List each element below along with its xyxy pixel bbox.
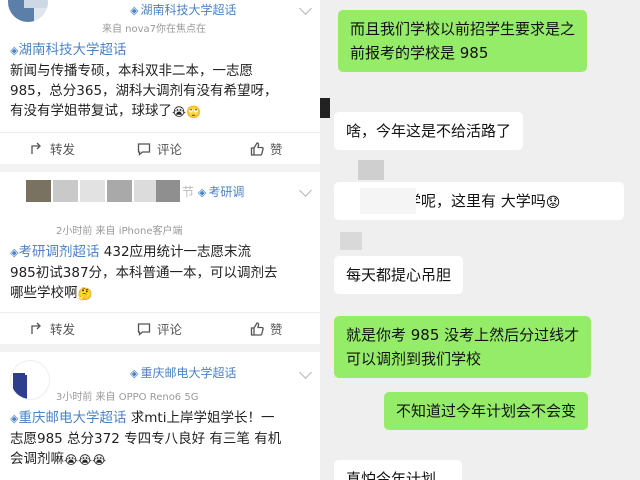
- message-line: 每天都提心吊胆: [346, 266, 452, 284]
- forward-button[interactable]: 转发: [30, 139, 75, 158]
- worried-emoji: 😟: [545, 195, 561, 211]
- avatar[interactable]: [10, 360, 50, 400]
- post-actions: 转发 评论 赞: [0, 133, 320, 163]
- message-line: 可以调剂到我们学校: [346, 350, 482, 368]
- chat-bubble-sent[interactable]: 而且我们学校以前招学生要求是之 前报考的学校是 985: [338, 10, 588, 72]
- topic-link[interactable]: 重庆邮电大学超话: [18, 410, 126, 426]
- like-label: 赞: [270, 142, 283, 157]
- author-meta[interactable]: ◈ 湖南科技大学超话: [130, 1, 236, 18]
- author-meta[interactable]: 节 ◈ 考研调: [182, 183, 244, 200]
- crying-emoji: 😭: [64, 453, 79, 467]
- message-line: 啥，今年这是不给活路了: [346, 122, 512, 140]
- chevron-down-icon[interactable]: [299, 184, 312, 197]
- message-line: 就是你考 985 没考上然后分过线才: [346, 326, 580, 344]
- chat-bubble-received[interactable]: 每天都提心吊胆: [334, 256, 464, 294]
- topic-link[interactable]: 考研调剂超话: [18, 244, 99, 260]
- message-line: 学呢，这里有 大学吗: [406, 192, 546, 210]
- crying-emoji: 😭: [78, 453, 93, 467]
- author-meta[interactable]: ◈ 重庆邮电大学超话: [130, 364, 236, 381]
- post-source: 3小时前 来自 OPPO Reno6 5G: [56, 392, 199, 403]
- message-line: 不知道过今年计划会不会变: [396, 402, 577, 420]
- post-line: 432应用统计一志愿末流: [99, 244, 252, 260]
- thumbs-up-icon: [250, 141, 264, 156]
- post-line: 会调剂嘛: [10, 451, 64, 467]
- forward-icon: [31, 322, 41, 334]
- feed-post: ◈ 重庆邮电大学超话 3小时前 来自 OPPO Reno6 5G ◈重庆邮电大学超…: [0, 352, 320, 480]
- chat-bubble-sent[interactable]: 就是你考 985 没考上然后分过线才 可以调剂到我们学校: [334, 316, 592, 378]
- comment-label: 评论: [157, 142, 183, 157]
- forward-button[interactable]: 转发: [30, 319, 75, 338]
- chevron-down-icon[interactable]: [299, 2, 312, 15]
- message-line: 而且我们学校以前招学生要求是之: [350, 20, 576, 38]
- chevron-down-icon[interactable]: [299, 366, 312, 379]
- thumbs-up-icon: [250, 321, 264, 336]
- thinking-emoji: 🤔: [77, 287, 93, 301]
- crying-emoji: 😭: [172, 105, 187, 119]
- like-button[interactable]: 赞: [250, 139, 283, 158]
- avatar[interactable]: [8, 0, 48, 22]
- post-text: ◈湖南科技大学超话 新闻与传播专硕，本科双非二本，一志愿 985，总分365，湖…: [10, 40, 314, 121]
- post-line: 哪些学校啊: [10, 285, 78, 301]
- supertopic-icon: ◈: [130, 367, 139, 380]
- author-name-fragment: 节: [182, 185, 195, 199]
- chat-bubble-sent[interactable]: 不知道过今年计划会不会变: [384, 392, 589, 430]
- comment-button[interactable]: 评论: [137, 139, 182, 158]
- redacted-block: [340, 232, 362, 250]
- like-button[interactable]: 赞: [250, 319, 283, 338]
- post-line: 985初试387分，本科普通一本，可以调剂去: [10, 265, 278, 281]
- weibo-feed: ◈ 湖南科技大学超话 来自 nova7你在焦点在 ◈湖南科技大学超话 新闻与传播专…: [0, 0, 320, 480]
- eyeroll-emoji: 🙄: [186, 105, 201, 119]
- comment-label: 评论: [157, 322, 183, 337]
- post-line: 新闻与传播专硕，本科双非二本，一志愿: [10, 63, 253, 79]
- topic-link[interactable]: 湖南科技大学超话: [18, 42, 126, 58]
- forward-label: 转发: [50, 142, 76, 157]
- post-text: ◈重庆邮电大学超话 求mti上岸学姐学长！一 志愿985 总分372 专四专八良…: [10, 408, 314, 469]
- chat-bubble-received[interactable]: 啥，今年这是不给活路了: [334, 112, 524, 150]
- redacted-block: [358, 160, 384, 180]
- post-line: 志愿985 总分372 专四专八良好 有三笔 有机: [10, 431, 282, 447]
- post-text: ◈考研调剂超话 432应用统计一志愿末流 985初试387分，本科普通一本，可以…: [10, 242, 314, 303]
- feed-post: 节 ◈ 考研调 2小时前 来自 iPhone客户端 ◈考研调剂超话 432应用统计…: [0, 172, 320, 344]
- redacted-block: [360, 188, 416, 214]
- forward-label: 转发: [50, 322, 76, 337]
- post-line: 有没有学姐带复试，球球了: [10, 103, 172, 119]
- chat-bubble-received[interactable]: 真怕今年计划...: [334, 460, 463, 480]
- crying-emoji: 😭: [92, 453, 107, 467]
- supertopic-icon: ◈: [197, 186, 207, 199]
- post-actions: 转发 评论 赞: [0, 313, 320, 343]
- message-line: 真怕今年计划...: [346, 470, 451, 480]
- feed-post: ◈ 湖南科技大学超话 来自 nova7你在焦点在 ◈湖南科技大学超话 新闻与传播专…: [0, 0, 320, 164]
- redacted-avatar: [320, 98, 330, 118]
- post-source: 2小时前 来自 iPhone客户端: [56, 226, 183, 237]
- post-line: 985，总分365，湖科大调剂有没有希望呀，: [10, 83, 278, 99]
- supertopic-icon: ◈: [130, 4, 139, 17]
- forward-icon: [31, 142, 41, 154]
- like-label: 赞: [270, 322, 283, 337]
- post-source: 来自 nova7你在焦点在: [102, 24, 207, 35]
- comment-icon: [137, 322, 151, 336]
- comment-icon: [137, 142, 151, 156]
- post-line: 求mti上岸学姐学长！一: [126, 410, 275, 426]
- chat-panel: 而且我们学校以前招学生要求是之 前报考的学校是 985 啥，今年这是不给活路了 …: [320, 0, 640, 480]
- message-line: 前报考的学校是 985: [350, 44, 489, 62]
- redacted-author: [26, 180, 180, 202]
- comment-button[interactable]: 评论: [137, 319, 182, 338]
